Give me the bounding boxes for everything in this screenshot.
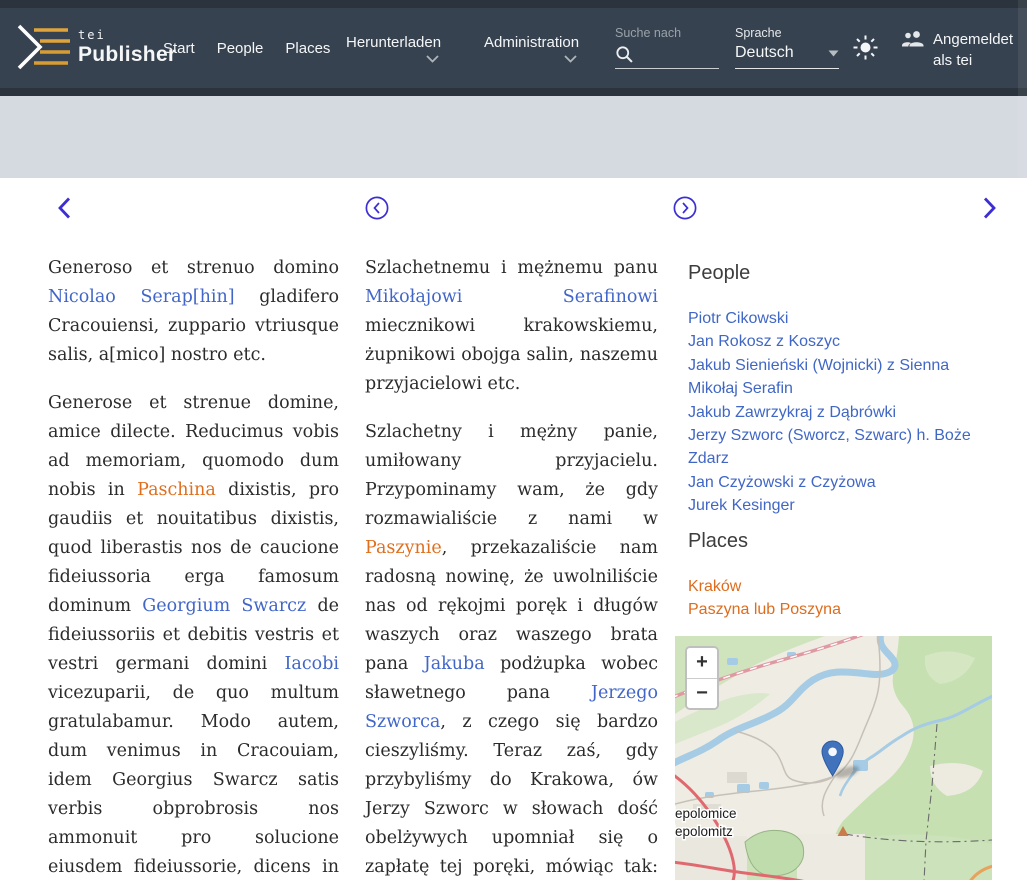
people-list: Piotr Cikowski Jan Rokosz z Koszyc Jakub S…: [688, 307, 994, 518]
language-value: Deutsch: [735, 44, 794, 62]
nav-dropdown-administration[interactable]: Administration: [484, 0, 579, 96]
person-link[interactable]: Jurek Kesinger: [688, 497, 795, 514]
nav-item-places[interactable]: Places: [285, 40, 330, 57]
search-icon[interactable]: [615, 45, 634, 64]
administration-label: Administration: [484, 34, 579, 51]
list-item: Jakub Sienieński (Wojnicki) z Sienna: [688, 354, 994, 377]
next-document-button[interactable]: [982, 196, 998, 223]
search-field: [615, 45, 719, 69]
user-status-label: Angemeldet als tei: [933, 29, 1013, 71]
download-label: Herunterladen: [346, 34, 441, 51]
map-zoom-out-button[interactable]: −: [687, 678, 717, 708]
theme-toggle-button[interactable]: [853, 35, 878, 65]
person-link[interactable]: Mikołajowi Serafinowi: [365, 287, 658, 307]
search-label: Suche nach: [615, 26, 719, 40]
person-link[interactable]: Jerzy Szworc (Sworcz, Szwarc) h. Boże Zd…: [688, 427, 971, 467]
previous-document-button[interactable]: [56, 196, 72, 223]
sidebar: People Piotr Cikowski Jan Rokosz z Koszyc…: [688, 260, 994, 621]
chevron-right-circle-icon: [672, 195, 698, 221]
list-item: Paszyna lub Poszyna: [688, 598, 994, 621]
list-item: Jakub Zawrzykraj z Dąbrówki: [688, 401, 994, 424]
person-link[interactable]: Jan Czyżowski z Czyżowa: [688, 474, 876, 491]
search-box: Suche nach: [615, 26, 719, 69]
nav-item-start[interactable]: Start: [163, 40, 195, 57]
place-link[interactable]: Paszynie: [365, 538, 442, 558]
letter-paragraph: Szlachetny i mężny panie, umiłowany przy…: [365, 418, 658, 880]
map-label-line2: iepolomitz: [675, 824, 733, 839]
places-heading: Places: [688, 528, 994, 554]
next-page-button[interactable]: [672, 195, 698, 224]
list-item: Piotr Cikowski: [688, 307, 994, 330]
person-link[interactable]: Mikołaj Serafin: [688, 380, 793, 397]
language-select[interactable]: Sprache Deutsch: [735, 26, 839, 69]
tei-publisher-logo[interactable]: tei Publisher: [16, 22, 176, 72]
place-link[interactable]: Kraków: [688, 578, 741, 595]
person-link[interactable]: Georgium Swarcz: [142, 596, 306, 616]
letter-paragraph: Generose et strenue domine, amice dilect…: [48, 389, 339, 880]
chevron-left-circle-icon: [364, 195, 390, 221]
nav-item-people[interactable]: People: [217, 40, 264, 57]
map-zoom-control: + −: [685, 646, 719, 710]
list-item: Kraków: [688, 575, 994, 598]
list-item: Jan Czyżowski z Czyżowa: [688, 471, 994, 494]
person-link[interactable]: Jan Rokosz z Koszyc: [688, 333, 840, 350]
chevron-down-icon: [426, 55, 439, 63]
logo-mark-icon: [16, 22, 70, 72]
map-marker-icon[interactable]: [822, 741, 870, 783]
place-link[interactable]: Paszyna lub Poszyna: [688, 601, 841, 618]
tei-publisher-app: tei Publisher Start People Places Herunter…: [0, 0, 1027, 880]
breadcrumb: Letters > Piotr Cikowski i Jan Rokosz do…: [0, 96, 1027, 178]
person-link[interactable]: Jakub Sienieński (Wojnicki) z Sienna: [688, 357, 949, 374]
logo-text: tei Publisher: [78, 29, 176, 65]
logo-tei-label: tei: [78, 29, 176, 41]
sun-icon: [853, 35, 878, 60]
logo-publisher-label: Publisher: [78, 44, 176, 65]
language-label: Sprache: [735, 26, 839, 40]
list-item: Jerzy Szworc (Sworcz, Szwarc) h. Boże Zd…: [688, 424, 994, 471]
dropdown-arrow-icon: [828, 50, 839, 57]
places-list: Kraków Paszyna lub Poszyna: [688, 575, 994, 622]
top-navbar: tei Publisher Start People Places Herunter…: [0, 0, 1027, 96]
person-link[interactable]: Iacobi: [285, 654, 339, 674]
letter-paragraph: Generoso et strenuo domino Nicolao Serap…: [48, 254, 339, 370]
logged-in-user[interactable]: Angemeldet als tei: [901, 29, 1013, 71]
list-item: Mikołaj Serafin: [688, 377, 994, 400]
nav-dropdown-download[interactable]: Herunterladen: [346, 0, 441, 96]
person-link[interactable]: Jakuba: [424, 654, 485, 674]
chevron-right-icon: [982, 196, 998, 220]
people-heading: People: [688, 260, 994, 286]
map[interactable]: iepolomice iepolomitz + −: [675, 636, 992, 880]
main-nav: Start People Places: [163, 0, 352, 96]
chevron-left-icon: [56, 196, 72, 220]
list-item: Jan Rokosz z Koszyc: [688, 330, 994, 353]
language-field: Deutsch: [735, 44, 839, 69]
person-link[interactable]: Jerzego Szworca: [365, 683, 658, 732]
search-input[interactable]: [634, 46, 706, 64]
previous-page-button[interactable]: [364, 195, 390, 224]
place-link[interactable]: Paschina: [137, 480, 216, 500]
latin-text-column: Generoso et strenuo domino Nicolao Serap…: [48, 254, 339, 880]
person-link[interactable]: Jakub Zawrzykraj z Dąbrówki: [688, 404, 896, 421]
person-link[interactable]: Nicolao Serap[hin]: [48, 287, 235, 307]
polish-text-column: Szlachetnemu i mężnemu panu Mikołajowi S…: [365, 254, 658, 880]
user-group-icon: [901, 29, 925, 47]
chevron-down-icon: [564, 55, 577, 63]
person-link[interactable]: Piotr Cikowski: [688, 310, 788, 327]
map-label-line1: iepolomice: [675, 806, 737, 821]
page-scrollbar[interactable]: [1018, 0, 1027, 880]
map-zoom-in-button[interactable]: +: [687, 648, 717, 678]
document-view: Generoso et strenuo domino Nicolao Serap…: [0, 178, 1027, 880]
list-item: Jurek Kesinger: [688, 494, 994, 517]
letter-paragraph: Szlachetnemu i mężnemu panu Mikołajowi S…: [365, 254, 658, 399]
